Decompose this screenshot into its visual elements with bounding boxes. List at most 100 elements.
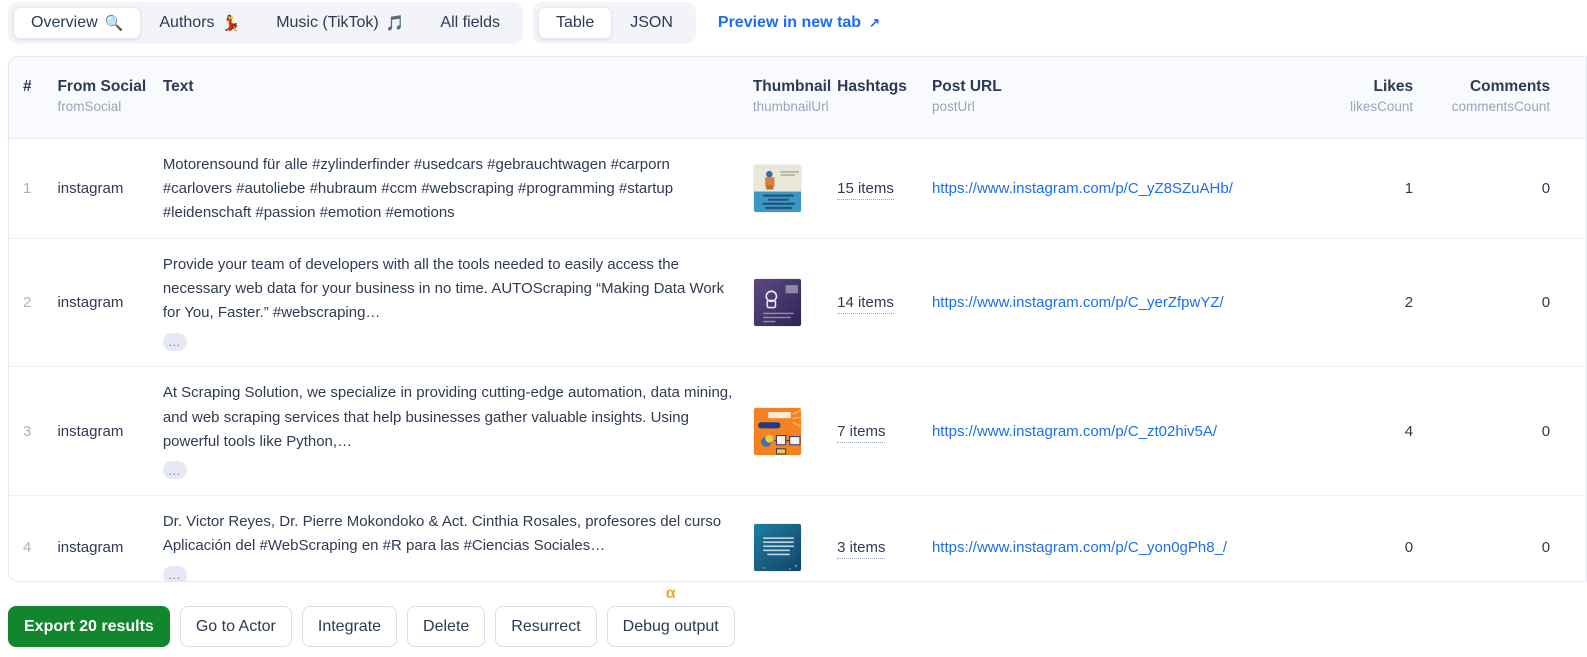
column-header-likes[interactable]: Likes likesCount [1342,57,1428,139]
action-button-wrapper: Delete [407,606,486,647]
cell-from-social: instagram [57,138,163,239]
column-header-title: From Social [57,78,147,95]
column-header-title: Hashtags [837,78,907,95]
tab-all-fields[interactable]: All fields [422,7,518,39]
music-notes-icon: 🎵 [385,14,405,32]
expand-text-button[interactable]: … [162,461,187,480]
cell-hashtags: 14 items [837,238,932,368]
cell-comments-count: 0 [1427,238,1565,368]
tab-label: JSON [630,14,673,31]
column-header-field: commentsCount [1451,98,1551,114]
instagram-post-thumbnail[interactable] [752,406,802,456]
column-header-shares[interactable]: Sha shareCo [1564,57,1586,139]
table-row[interactable]: 3 instagram At Scraping Solution, we speci… [9,366,1586,497]
tab-label: All fields [440,14,500,31]
tab-label: Table [555,14,595,31]
column-header-index[interactable]: # [9,57,58,139]
column-header-from[interactable]: From Social fromSocial [57,57,163,139]
delete-button[interactable]: Delete [407,606,486,647]
post-text: At Scraping Solution, we specialize in p… [162,384,733,450]
cell-hashtags: 7 items [837,366,932,497]
action-button-wrapper: Integrate [301,606,398,647]
column-header-thumb[interactable]: Thumbnail thumbnailUrl [752,57,838,139]
cell-comments-count: 0 [1541,539,1551,557]
table-row[interactable]: 2 instagram Provide your team of developer… [9,238,1586,368]
hashtags-items-link[interactable]: 7 items [837,422,886,443]
tab-music-tiktok[interactable]: Music (TikTok) 🎵 [258,7,422,39]
column-header-title: Likes [1373,78,1414,95]
person-icon: 💃 [221,14,241,32]
tab-label: Authors [159,14,215,31]
cell-hashtags: 3 items [837,496,932,581]
cell-from-social: instagram [57,366,163,497]
post-url-link[interactable]: https://www.instagram.com/p/C_yZ8SZuAHb/ [932,180,1233,197]
expand-text-button[interactable]: … [162,332,187,351]
resurrect-button[interactable]: Resurrect [495,606,597,647]
post-text: Provide your team of developers with all… [162,255,725,322]
column-header-title: Post URL [931,78,1002,95]
instagram-post-thumbnail[interactable] [752,163,802,213]
magnifier-icon: 🔍 [104,14,124,32]
row-index: 1 [9,138,58,239]
table-header: # From Social fromSocial Text Thumbnail thumb… [9,57,1586,139]
tab-label: Overview [31,14,98,31]
cell-post-url: https://www.instagram.com/p/C_yZ8SZuAHb/ [931,138,1343,239]
instagram-post-thumbnail[interactable] [752,278,802,328]
preview-in-new-tab-link[interactable]: Preview in new tab ↗ [718,14,880,32]
post-url-link[interactable]: https://www.instagram.com/p/C_zt02hiv5A/ [932,423,1217,440]
table-row[interactable]: 4 instagram Dr. Victor Reyes, Dr. Pierre M… [9,496,1586,581]
export-20-results-button[interactable]: Export 20 results [8,606,170,647]
cell-thumbnail [752,366,838,497]
external-link-arrow-icon: ↗ [869,15,880,30]
table-row[interactable]: 1 instagram Motorensound für alle #zylinde… [9,138,1586,239]
tab-table[interactable]: Table [537,7,613,39]
cell-post-url: https://www.instagram.com/p/C_zt02hiv5A/ [931,366,1343,497]
tab-overview[interactable]: Overview 🔍 [13,7,142,39]
cell-thumbnail [752,496,837,581]
action-button-wrapper: Resurrect [495,606,597,647]
expand-text-button[interactable]: … [162,565,187,581]
tab-authors[interactable]: Authors 💃 [141,7,258,39]
column-header-title: Comments [1469,78,1551,95]
hashtags-items-link[interactable]: 3 items [837,539,886,560]
results-table-container[interactable]: # From Social fromSocial Text Thumbnail thumb… [8,56,1587,582]
post-url-link[interactable]: https://www.instagram.com/p/C_yon0gPh8_/ [932,539,1227,556]
column-header-posturl[interactable]: Post URL postUrl [931,57,1343,139]
cell-from-social: instagram [57,238,163,368]
cell-thumbnail [752,138,838,239]
tab-label: Music (TikTok) [276,14,379,31]
instagram-post-thumbnail[interactable] [752,523,802,573]
post-url-link[interactable]: https://www.instagram.com/p/C_yerZfpwYZ/ [932,294,1224,311]
cell-likes-count: 2 [1342,238,1428,368]
table-header-row: # From Social fromSocial Text Thumbnail thumb… [9,57,1586,139]
hashtags-items-link[interactable]: 14 items [837,294,894,315]
cell-hashtags: 15 items [837,138,932,239]
action-button-wrapper: Export 20 results [8,606,170,647]
debug-output-button[interactable]: Debug output [606,606,735,647]
cell-text: At Scraping Solution, we specialize in p… [162,366,753,497]
table-body: 1 instagram Motorensound für alle #zylinde… [9,138,1586,581]
column-header-title: Sha [1564,77,1586,97]
cell-text: Dr. Victor Reyes, Dr. Pierre Mokondoko &… [162,496,753,581]
column-header-field: fromSocial [57,98,122,114]
action-bar: Export 20 results Go to Actor Integrate Del… [0,586,1587,657]
cell-shares-count: undefi [1564,496,1586,581]
cell-comments-count: 0 [1427,138,1565,239]
results-panel: Overview 🔍 Authors 💃 Music (TikTok) 🎵 All fiel… [0,0,1587,657]
integrate-button[interactable]: Integrate [301,606,398,647]
column-header-title: # [23,78,32,95]
cell-likes-count: 4 [1342,366,1428,497]
go-to-actor-button[interactable]: Go to Actor [179,606,292,647]
cell-thumbnail [752,238,838,368]
column-header-field: shareCo [1564,99,1586,114]
action-button-wrapper: α Debug output [606,586,735,647]
column-header-comments[interactable]: Comments commentsCount [1427,57,1565,139]
tab-json[interactable]: JSON [612,7,691,39]
column-header-text[interactable]: Text [162,57,753,139]
alpha-badge: α [665,585,676,602]
row-index: 2 [9,238,58,368]
row-index: 3 [9,366,58,497]
cell-text: Provide your team of developers with all… [162,238,753,368]
column-header-hashtags[interactable]: Hashtags [837,57,932,139]
hashtags-items-link[interactable]: 15 items [837,179,894,200]
